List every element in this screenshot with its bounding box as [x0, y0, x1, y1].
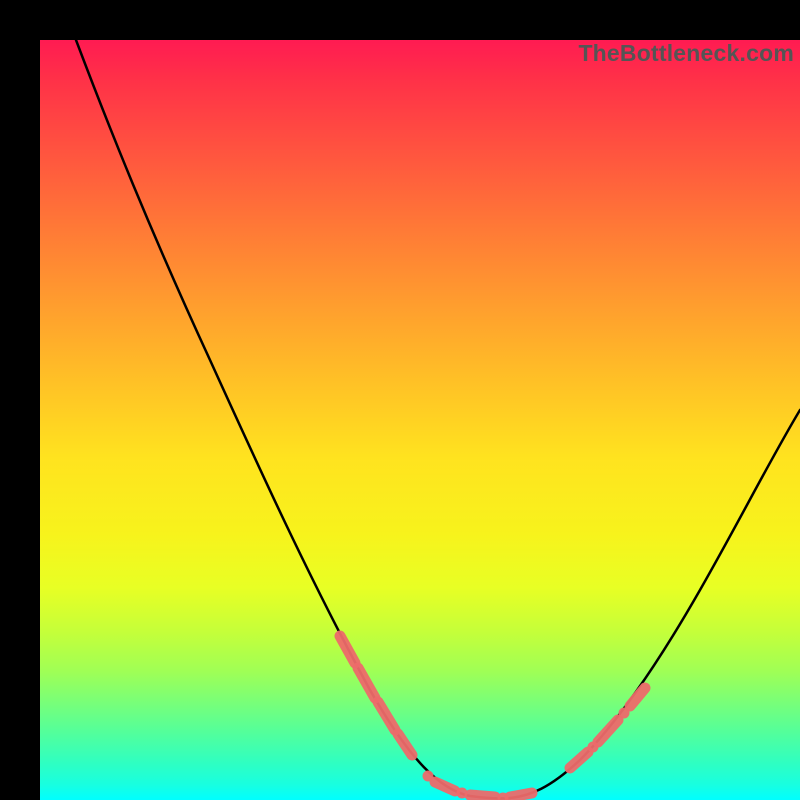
highlight-left-4	[398, 734, 412, 755]
chart-gradient-background: TheBottleneck.com	[40, 40, 800, 800]
highlight-trough-3	[510, 793, 532, 797]
highlight-right-1	[570, 752, 588, 768]
chart-frame: TheBottleneck.com	[0, 0, 800, 800]
highlight-left-3	[378, 702, 395, 730]
watermark-text: TheBottleneck.com	[578, 40, 794, 67]
curve-left	[76, 40, 510, 798]
highlight-trough-2	[470, 795, 495, 797]
highlight-trough-1	[435, 782, 455, 791]
chart-svg	[40, 40, 800, 800]
highlight-left-2	[358, 668, 375, 698]
highlight-right-3	[630, 688, 645, 706]
highlight-right-2	[598, 720, 618, 742]
curve-right	[510, 410, 800, 798]
highlight-left-1	[340, 636, 355, 663]
